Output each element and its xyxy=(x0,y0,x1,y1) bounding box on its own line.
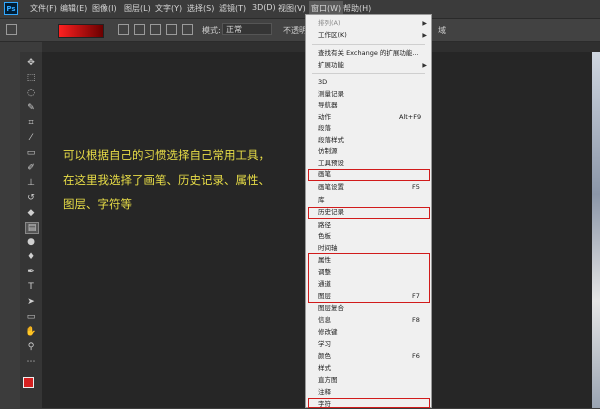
menu-item-swatches[interactable]: 色板 xyxy=(318,232,331,241)
caption-line-1: 可以根据自己的习惯选择自己常用工具， xyxy=(63,148,270,162)
lasso-icon[interactable]: ◌ xyxy=(25,88,37,98)
highlight-history xyxy=(308,207,430,219)
opacity-label: 不透明 xyxy=(283,26,307,35)
menu-file[interactable]: 文件(F) xyxy=(30,3,57,14)
eraser-icon[interactable]: ◆ xyxy=(25,208,37,218)
menu-item-exchange[interactable]: 查找有关 Exchange 的扩展功能... xyxy=(318,49,419,58)
photoshop-logo: Ps xyxy=(4,2,18,15)
menu-item-libraries[interactable]: 库 xyxy=(318,196,325,205)
menu-item-paragraph-styles[interactable]: 段落样式 xyxy=(318,136,344,145)
gradient-swatch[interactable] xyxy=(58,24,104,38)
reflected-gradient-icon[interactable] xyxy=(166,24,177,35)
menu-item-histogram[interactable]: 直方图 xyxy=(318,376,338,385)
menu-edit[interactable]: 编辑(E) xyxy=(60,3,87,14)
menu-3d[interactable]: 3D(D) xyxy=(252,3,276,12)
angle-gradient-icon[interactable] xyxy=(150,24,161,35)
menu-item-learn[interactable]: 学习 xyxy=(318,340,331,349)
menu-layer[interactable]: 图层(L) xyxy=(124,3,151,14)
blur-icon[interactable]: ● xyxy=(25,237,37,247)
submenu-arrow-icon: ▶ xyxy=(422,62,427,69)
hand-icon[interactable]: ✋ xyxy=(25,327,37,337)
menu-item-tool-presets[interactable]: 工具预设 xyxy=(318,159,344,168)
menu-bar: Ps 文件(F) 编辑(E) 图像(I) 图层(L) 文字(Y) 选择(S) 滤… xyxy=(0,0,600,19)
shortcut-brush-settings: F5 xyxy=(412,183,420,191)
shortcut-color: F6 xyxy=(412,352,420,360)
options-right-text: 域 xyxy=(438,26,446,35)
dodge-icon[interactable]: ♦ xyxy=(25,252,37,262)
menu-item-notes[interactable]: 注释 xyxy=(318,388,331,397)
caption-line-3: 图层、字符等 xyxy=(63,197,132,211)
menu-item-brush-settings[interactable]: 画笔设置 xyxy=(318,183,344,192)
zoom-icon[interactable]: ⚲ xyxy=(25,342,37,352)
brush-icon[interactable]: ✐ xyxy=(25,163,37,173)
highlight-brushes xyxy=(308,169,430,181)
menu-image[interactable]: 图像(I) xyxy=(92,3,117,14)
menu-item-arrange[interactable]: 排列(A) xyxy=(318,19,341,28)
pen-icon[interactable]: ✒ xyxy=(25,267,37,277)
menu-view[interactable]: 视图(V) xyxy=(278,3,306,14)
healing-icon[interactable]: ▭ xyxy=(25,148,37,158)
menu-item-workspace[interactable]: 工作区(K) xyxy=(318,31,347,40)
menu-select[interactable]: 选择(S) xyxy=(187,3,214,14)
gradient-icon[interactable]: ▤ xyxy=(25,222,39,234)
submenu-arrow-icon: ▶ xyxy=(422,32,427,39)
menu-item-styles[interactable]: 样式 xyxy=(318,364,331,373)
shortcut-actions: Alt+F9 xyxy=(399,112,422,121)
shortcut-info: F8 xyxy=(412,316,420,324)
menu-item-layer-comps[interactable]: 图层复合 xyxy=(318,304,344,313)
menu-item-navigator[interactable]: 导航器 xyxy=(318,101,338,110)
menu-item-extensions[interactable]: 扩展功能 xyxy=(318,61,344,70)
menu-filter[interactable]: 滤镜(T) xyxy=(219,3,246,14)
menu-type[interactable]: 文字(Y) xyxy=(155,3,182,14)
highlight-properties-group xyxy=(308,253,430,303)
radial-gradient-icon[interactable] xyxy=(134,24,145,35)
menu-item-actions[interactable]: 动作 xyxy=(318,113,331,122)
history-brush-icon[interactable]: ↺ xyxy=(25,193,37,203)
menu-separator xyxy=(312,73,425,74)
caption-line-2: 在这里我选择了画笔、历史记录、属性、 xyxy=(63,173,270,187)
menu-help[interactable]: 帮助(H) xyxy=(343,3,371,14)
path-select-icon[interactable]: ➤ xyxy=(25,297,37,307)
menu-item-paths[interactable]: 路径 xyxy=(318,221,331,230)
shape-icon[interactable]: ▭ xyxy=(25,312,37,322)
type-icon[interactable]: T xyxy=(25,282,37,292)
more-icon[interactable]: ⋯ xyxy=(25,357,37,367)
menu-item-3d[interactable]: 3D xyxy=(318,78,327,87)
menu-item-measurement-log[interactable]: 测量记录 xyxy=(318,90,344,99)
mode-label: 模式: xyxy=(202,26,221,35)
menu-item-color[interactable]: 颜色 xyxy=(318,352,331,361)
foreground-color-swatch[interactable] xyxy=(23,377,34,388)
menu-item-modifier-keys[interactable]: 修改键 xyxy=(318,328,338,337)
menu-item-timeline[interactable]: 时间轴 xyxy=(318,244,338,253)
menu-separator xyxy=(312,44,425,45)
mode-select[interactable]: 正常 xyxy=(222,23,272,35)
eyedropper-icon[interactable]: ⁄ xyxy=(25,133,37,143)
window-menu: 排列(A) ▶ 工作区(K) ▶ 查找有关 Exchange 的扩展功能... … xyxy=(305,14,432,408)
menu-item-paragraph[interactable]: 段落 xyxy=(318,124,331,133)
crop-icon[interactable]: ⌗ xyxy=(25,118,37,128)
move-icon[interactable]: ✥ xyxy=(25,58,37,68)
linear-gradient-icon[interactable] xyxy=(118,24,129,35)
menu-item-info[interactable]: 信息 xyxy=(318,316,331,325)
quick-select-icon[interactable]: ✎ xyxy=(25,103,37,113)
highlight-character xyxy=(308,398,430,408)
stamp-icon[interactable]: ⊥ xyxy=(25,178,37,188)
background-photo xyxy=(592,52,600,408)
menu-item-clone-source[interactable]: 仿制源 xyxy=(318,147,338,156)
tool-preset-icon[interactable] xyxy=(6,24,17,35)
diamond-gradient-icon[interactable] xyxy=(182,24,193,35)
tools-panel: ✥ ⬚ ◌ ✎ ⌗ ⁄ ▭ ✐ ⊥ ↺ ◆ ▤ ● ♦ ✒ T ➤ ▭ ✋ ⚲ … xyxy=(20,52,43,408)
marquee-icon[interactable]: ⬚ xyxy=(25,73,37,83)
submenu-arrow-icon: ▶ xyxy=(422,20,427,27)
options-bar: 模式: 正常 不透明 域 xyxy=(0,19,600,42)
